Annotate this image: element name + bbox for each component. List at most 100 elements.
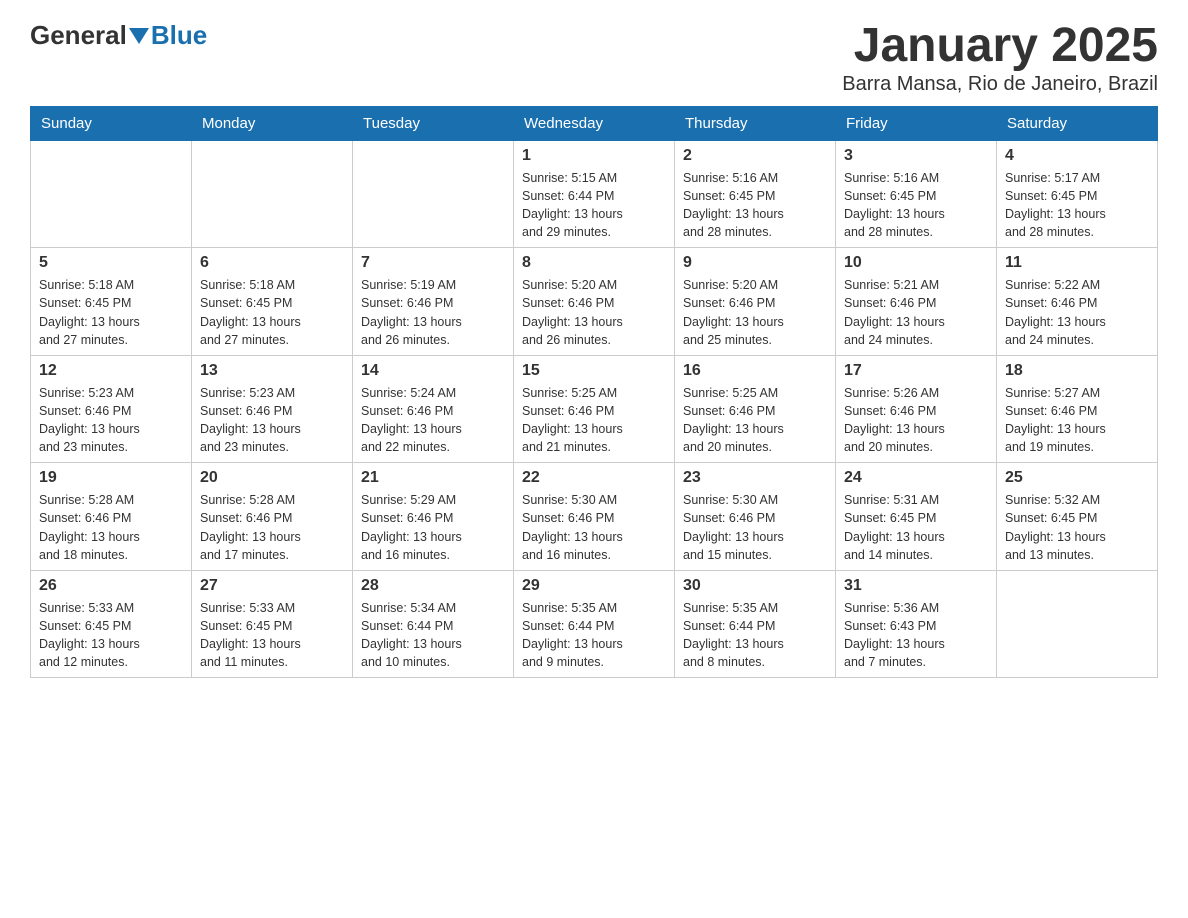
header-monday: Monday (192, 106, 353, 140)
day-number: 8 (522, 254, 666, 272)
day-number: 9 (683, 254, 827, 272)
day-info: Sunrise: 5:35 AMSunset: 6:44 PMDaylight:… (522, 599, 666, 672)
day-number: 18 (1005, 362, 1149, 380)
table-row: 1 Sunrise: 5:15 AMSunset: 6:44 PMDaylight… (514, 140, 675, 248)
day-number: 13 (200, 362, 344, 380)
day-number: 28 (361, 577, 505, 595)
day-number: 29 (522, 577, 666, 595)
day-info: Sunrise: 5:22 AMSunset: 6:46 PMDaylight:… (1005, 276, 1149, 349)
table-row: 5 Sunrise: 5:18 AMSunset: 6:45 PMDaylight… (31, 248, 192, 356)
location-title: Barra Mansa, Rio de Janeiro, Brazil (842, 73, 1158, 96)
day-number: 30 (683, 577, 827, 595)
table-row: 18 Sunrise: 5:27 AMSunset: 6:46 PMDayligh… (997, 355, 1158, 463)
table-row: 28Sunrise: 5:34 AMSunset: 6:44 PMDayligh… (353, 570, 514, 678)
day-info: Sunrise: 5:33 AMSunset: 6:45 PMDaylight:… (200, 599, 344, 672)
month-title: January 2025 (842, 20, 1158, 73)
page-header: General Blue January 2025 Barra Mansa, R… (30, 20, 1158, 96)
calendar-table: Sunday Monday Tuesday Wednesday Thursday… (30, 106, 1158, 679)
day-info: Sunrise: 5:20 AMSunset: 6:46 PMDaylight:… (522, 276, 666, 349)
logo-general-text: General (30, 20, 127, 51)
day-info: Sunrise: 5:28 AMSunset: 6:46 PMDaylight:… (200, 491, 344, 564)
table-row: 10Sunrise: 5:21 AMSunset: 6:46 PMDayligh… (836, 248, 997, 356)
logo-triangle-icon (129, 28, 149, 44)
day-info: Sunrise: 5:24 AMSunset: 6:46 PMDaylight:… (361, 384, 505, 457)
day-number: 22 (522, 469, 666, 487)
day-info: Sunrise: 5:25 AMSunset: 6:46 PMDaylight:… (522, 384, 666, 457)
table-row: 20Sunrise: 5:28 AMSunset: 6:46 PMDayligh… (192, 463, 353, 571)
logo: General Blue (30, 20, 207, 51)
day-number: 26 (39, 577, 183, 595)
day-info: Sunrise: 5:27 AMSunset: 6:46 PMDaylight:… (1005, 384, 1149, 457)
header-thursday: Thursday (675, 106, 836, 140)
calendar-week-row: 1 Sunrise: 5:15 AMSunset: 6:44 PMDaylight… (31, 140, 1158, 248)
header-saturday: Saturday (997, 106, 1158, 140)
day-number: 6 (200, 254, 344, 272)
day-number: 11 (1005, 254, 1149, 272)
day-number: 16 (683, 362, 827, 380)
table-row: 14Sunrise: 5:24 AMSunset: 6:46 PMDayligh… (353, 355, 514, 463)
table-row: 12 Sunrise: 5:23 AMSunset: 6:46 PMDayligh… (31, 355, 192, 463)
day-number: 23 (683, 469, 827, 487)
day-info: Sunrise: 5:29 AMSunset: 6:46 PMDaylight:… (361, 491, 505, 564)
logo-blue-text: Blue (151, 20, 207, 51)
table-row: 4 Sunrise: 5:17 AMSunset: 6:45 PMDaylight… (997, 140, 1158, 248)
day-number: 1 (522, 147, 666, 165)
day-number: 4 (1005, 147, 1149, 165)
table-row: 3Sunrise: 5:16 AMSunset: 6:45 PMDaylight… (836, 140, 997, 248)
day-info: Sunrise: 5:32 AMSunset: 6:45 PMDaylight:… (1005, 491, 1149, 564)
day-info: Sunrise: 5:17 AMSunset: 6:45 PMDaylight:… (1005, 169, 1149, 242)
day-info: Sunrise: 5:30 AMSunset: 6:46 PMDaylight:… (683, 491, 827, 564)
day-info: Sunrise: 5:18 AMSunset: 6:45 PMDaylight:… (200, 276, 344, 349)
table-row: 17Sunrise: 5:26 AMSunset: 6:46 PMDayligh… (836, 355, 997, 463)
day-info: Sunrise: 5:20 AMSunset: 6:46 PMDaylight:… (683, 276, 827, 349)
day-number: 3 (844, 147, 988, 165)
table-row: 25Sunrise: 5:32 AMSunset: 6:45 PMDayligh… (997, 463, 1158, 571)
table-row: 9 Sunrise: 5:20 AMSunset: 6:46 PMDaylight… (675, 248, 836, 356)
table-row (997, 570, 1158, 678)
day-number: 2 (683, 147, 827, 165)
table-row: 16 Sunrise: 5:25 AMSunset: 6:46 PMDayligh… (675, 355, 836, 463)
day-info: Sunrise: 5:26 AMSunset: 6:46 PMDaylight:… (844, 384, 988, 457)
title-area: January 2025 Barra Mansa, Rio de Janeiro… (842, 20, 1158, 96)
day-info: Sunrise: 5:30 AMSunset: 6:46 PMDaylight:… (522, 491, 666, 564)
table-row (31, 140, 192, 248)
day-info: Sunrise: 5:31 AMSunset: 6:45 PMDaylight:… (844, 491, 988, 564)
day-number: 7 (361, 254, 505, 272)
table-row: 30 Sunrise: 5:35 AMSunset: 6:44 PMDayligh… (675, 570, 836, 678)
table-row (192, 140, 353, 248)
day-number: 5 (39, 254, 183, 272)
day-number: 12 (39, 362, 183, 380)
table-row: 27 Sunrise: 5:33 AMSunset: 6:45 PMDayligh… (192, 570, 353, 678)
day-info: Sunrise: 5:19 AMSunset: 6:46 PMDaylight:… (361, 276, 505, 349)
day-info: Sunrise: 5:35 AMSunset: 6:44 PMDaylight:… (683, 599, 827, 672)
day-info: Sunrise: 5:16 AMSunset: 6:45 PMDaylight:… (683, 169, 827, 242)
day-info: Sunrise: 5:18 AMSunset: 6:45 PMDaylight:… (39, 276, 183, 349)
table-row: 24 Sunrise: 5:31 AMSunset: 6:45 PMDayligh… (836, 463, 997, 571)
table-row: 21Sunrise: 5:29 AMSunset: 6:46 PMDayligh… (353, 463, 514, 571)
calendar-week-row: 26 Sunrise: 5:33 AMSunset: 6:45 PMDayligh… (31, 570, 1158, 678)
table-row: 2 Sunrise: 5:16 AMSunset: 6:45 PMDaylight… (675, 140, 836, 248)
day-number: 15 (522, 362, 666, 380)
weekday-header-row: Sunday Monday Tuesday Wednesday Thursday… (31, 106, 1158, 140)
header-wednesday: Wednesday (514, 106, 675, 140)
day-info: Sunrise: 5:36 AMSunset: 6:43 PMDaylight:… (844, 599, 988, 672)
day-info: Sunrise: 5:33 AMSunset: 6:45 PMDaylight:… (39, 599, 183, 672)
table-row (353, 140, 514, 248)
table-row: 6 Sunrise: 5:18 AMSunset: 6:45 PMDaylight… (192, 248, 353, 356)
table-row: 26 Sunrise: 5:33 AMSunset: 6:45 PMDayligh… (31, 570, 192, 678)
table-row: 7 Sunrise: 5:19 AMSunset: 6:46 PMDaylight… (353, 248, 514, 356)
table-row: 22 Sunrise: 5:30 AMSunset: 6:46 PMDayligh… (514, 463, 675, 571)
table-row: 19Sunrise: 5:28 AMSunset: 6:46 PMDayligh… (31, 463, 192, 571)
table-row: 15 Sunrise: 5:25 AMSunset: 6:46 PMDayligh… (514, 355, 675, 463)
day-number: 27 (200, 577, 344, 595)
day-number: 19 (39, 469, 183, 487)
day-info: Sunrise: 5:15 AMSunset: 6:44 PMDaylight:… (522, 169, 666, 242)
header-friday: Friday (836, 106, 997, 140)
table-row: 29 Sunrise: 5:35 AMSunset: 6:44 PMDayligh… (514, 570, 675, 678)
day-info: Sunrise: 5:21 AMSunset: 6:46 PMDaylight:… (844, 276, 988, 349)
day-info: Sunrise: 5:23 AMSunset: 6:46 PMDaylight:… (39, 384, 183, 457)
day-info: Sunrise: 5:25 AMSunset: 6:46 PMDaylight:… (683, 384, 827, 457)
header-tuesday: Tuesday (353, 106, 514, 140)
day-number: 24 (844, 469, 988, 487)
table-row: 13Sunrise: 5:23 AMSunset: 6:46 PMDayligh… (192, 355, 353, 463)
